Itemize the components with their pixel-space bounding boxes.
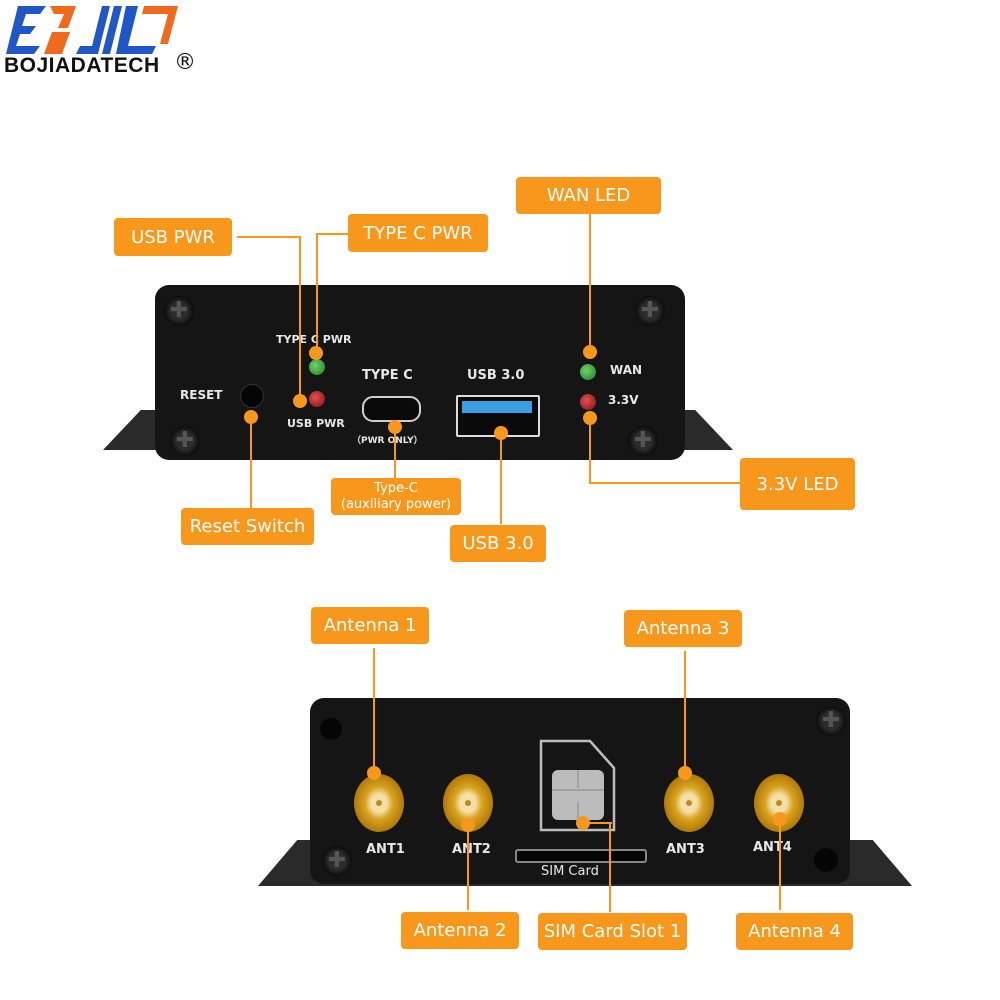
- type-c-pwr-led: [309, 359, 325, 375]
- callout-3v3-led: 3.3V LED: [740, 458, 855, 510]
- leader-line: [589, 214, 591, 350]
- callout-sim-slot: SIM Card Slot 1: [538, 913, 687, 950]
- callout-type-c: Type-C (auxiliary power): [331, 478, 461, 515]
- antenna-connector-3: [664, 774, 714, 832]
- wan-led: [580, 364, 596, 380]
- sim-card-slot: [515, 849, 647, 863]
- printed-wan: WAN: [610, 363, 643, 377]
- callout-antenna-4: Antenna 4: [736, 913, 853, 950]
- marker-dot: [309, 346, 323, 360]
- leader-line: [582, 822, 612, 824]
- screw-hole-icon: [320, 718, 342, 740]
- registered-mark: ®: [174, 50, 196, 75]
- reset-button[interactable]: [240, 384, 264, 408]
- leader-line: [316, 233, 318, 351]
- screw-icon: ✚: [816, 706, 846, 736]
- screw-icon: ✚: [170, 426, 200, 456]
- antenna-connector-1: [354, 774, 404, 832]
- callout-antenna-1: Antenna 1: [311, 607, 429, 644]
- callout-usb-pwr: USB PWR: [114, 218, 232, 256]
- usb-pwr-led: [309, 391, 325, 407]
- printed-reset: RESET: [180, 388, 223, 402]
- callout-type-c-line2: (auxiliary power): [340, 496, 452, 512]
- marker-dot: [293, 394, 307, 408]
- marker-dot: [367, 766, 381, 780]
- printed-ant2: ANT2: [452, 842, 491, 857]
- leader-line: [684, 651, 686, 770]
- printed-usb30: USB 3.0: [467, 368, 525, 383]
- callout-type-c-pwr: TYPE C PWR: [348, 214, 488, 252]
- callout-antenna-3: Antenna 3: [624, 610, 742, 647]
- leader-line: [394, 428, 396, 478]
- leader-line: [779, 820, 781, 910]
- leader-line: [316, 233, 348, 235]
- marker-dot: [678, 766, 692, 780]
- screw-icon: ✚: [322, 846, 352, 876]
- printed-pwr-only: （PWR ONLY）: [352, 436, 423, 446]
- logo-mark-icon: [6, 6, 178, 54]
- printed-ant1: ANT1: [366, 842, 405, 857]
- printed-ant3: ANT3: [666, 842, 705, 857]
- screw-hole-icon: [814, 848, 838, 872]
- printed-usb-pwr: USB PWR: [287, 417, 345, 430]
- brand-name: BOJIADATECH: [4, 54, 160, 77]
- leader-line: [237, 236, 300, 238]
- type-c-port: [362, 396, 421, 422]
- leader-line: [250, 418, 252, 508]
- marker-dot: [583, 345, 597, 359]
- printed-sim-card: SIM Card: [541, 864, 599, 879]
- leader-line: [589, 418, 591, 483]
- callout-antenna-2: Antenna 2: [401, 912, 519, 949]
- callout-type-c-line1: Type-C: [374, 480, 418, 496]
- printed-ant4: ANT4: [753, 840, 792, 855]
- leader-line: [500, 434, 502, 524]
- screw-icon: ✚: [164, 296, 194, 326]
- leader-line: [373, 648, 375, 770]
- leader-line: [589, 482, 740, 484]
- leader-line: [467, 826, 469, 910]
- leader-line: [609, 822, 611, 912]
- printed-type-c-pwr: TYPE C PWR: [276, 333, 352, 346]
- callout-reset-switch: Reset Switch: [181, 508, 314, 545]
- v33-led: [580, 394, 596, 410]
- printed-3v3: 3.3V: [608, 393, 639, 407]
- screw-icon: ✚: [628, 426, 658, 456]
- callout-wan-led: WAN LED: [516, 177, 661, 214]
- screw-icon: ✚: [635, 296, 665, 326]
- leader-line: [299, 236, 301, 402]
- printed-type-c: TYPE C: [362, 368, 413, 383]
- callout-usb30: USB 3.0: [450, 525, 546, 562]
